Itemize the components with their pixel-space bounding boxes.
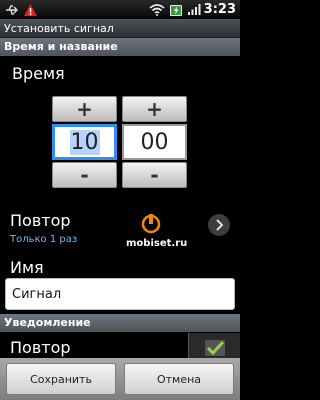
section-header-notification-label: Уведомление [4,316,91,329]
repeat-subtitle: Только 1 раз [10,234,78,245]
wifi-icon [148,0,166,19]
hour-decrement-button[interactable]: - [52,162,117,188]
repeat-title: Повтор [10,211,71,230]
minute-field[interactable]: 00 [122,124,187,160]
usb-icon [4,0,20,19]
minute-increment-button[interactable]: + [122,96,187,122]
battery-charging-icon [168,0,184,19]
hour-value: 10 [69,129,100,155]
section-header-time-label: Время и название [4,40,118,53]
name-input-container [5,278,235,310]
signal-icon [186,0,202,19]
hour-increment-button[interactable]: + [52,96,117,122]
minute-value: 00 [140,129,169,155]
minute-decrement-button[interactable]: - [122,162,187,188]
clock-time: 3:23 [203,2,236,17]
section-header-time: Время и название [0,38,240,56]
cancel-button[interactable]: Отмена [124,363,234,395]
section-header-notification: Уведомление [0,314,240,332]
time-label: Время [12,64,65,83]
notification-repeat-label: Повтор [10,338,71,357]
chevron-right-icon[interactable] [208,214,230,236]
name-input[interactable] [6,279,234,309]
warning-icon [22,0,38,19]
window-title: Установить сигнал [4,22,114,35]
repeat-row[interactable]: Повтор Только 1 раз [0,200,240,250]
name-label: Имя [10,258,44,277]
hour-field[interactable]: 10 [52,124,117,160]
status-bar: 3:23 [0,0,240,19]
watermark: mobiset.ru [126,238,188,249]
title-bar: Установить сигнал [0,19,240,38]
brand-logo-icon [139,212,163,236]
save-button[interactable]: Сохранить [6,363,116,395]
bottom-action-bar: Сохранить Отмена [0,358,240,400]
